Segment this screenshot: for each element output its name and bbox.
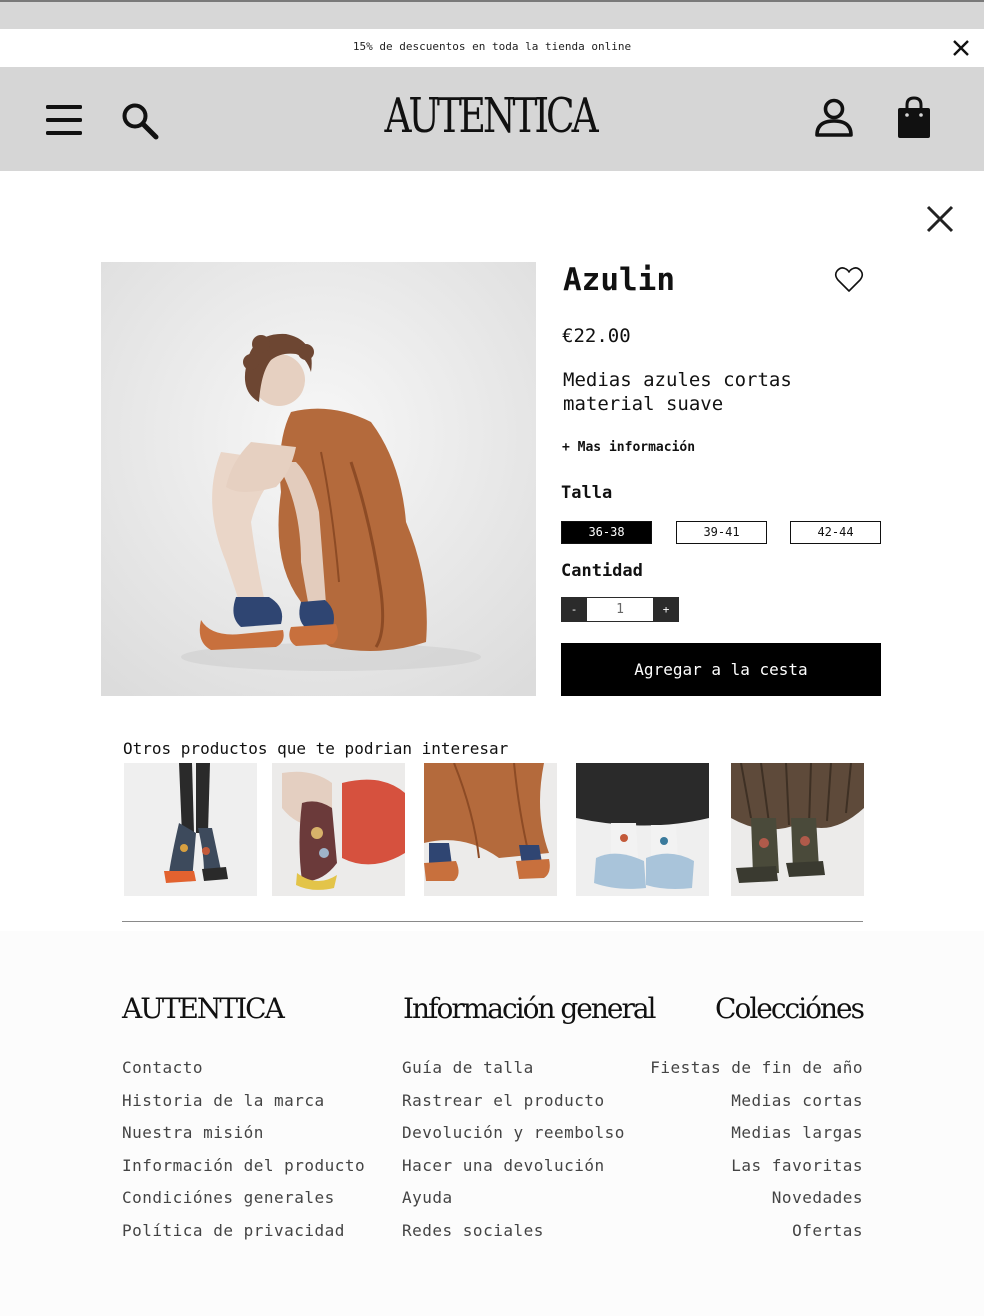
size-option-42-44[interactable]: 42-44: [790, 521, 881, 544]
related-product-5[interactable]: [731, 763, 864, 896]
footer-link-condiciones[interactable]: Condiciónes generales: [122, 1182, 365, 1215]
product-description: Medias azules cortas material suave: [563, 369, 792, 415]
footer-info-title: Información general: [403, 992, 657, 1025]
site-logo[interactable]: AUTENTICA: [373, 88, 607, 144]
footer-link-fiestas[interactable]: Fiestas de fin de año: [640, 1052, 863, 1085]
promo-text: 15% de descuentos en toda la tienda onli…: [352, 40, 632, 53]
footer-link-medias-largas[interactable]: Medias largas: [640, 1117, 863, 1150]
footer-brand-title: AUTENTICA: [122, 992, 285, 1025]
promo-close-icon[interactable]: [950, 37, 972, 59]
heart-icon[interactable]: [834, 265, 864, 295]
footer-info-links: Guía de talla Rastrear el producto Devol…: [402, 1052, 625, 1248]
more-info-link[interactable]: + Mas información: [562, 440, 695, 455]
size-label: Talla: [561, 483, 613, 503]
product-name: Azulin: [563, 262, 675, 298]
footer-collections-title: Colecciónes: [715, 992, 865, 1025]
user-icon[interactable]: [814, 97, 854, 139]
footer-link-privacidad[interactable]: Política de privacidad: [122, 1215, 365, 1248]
quantity-input[interactable]: 1: [587, 597, 653, 622]
footer-link-historia[interactable]: Historia de la marca: [122, 1085, 365, 1118]
product-image: [101, 262, 536, 696]
footer-link-rastrear[interactable]: Rastrear el producto: [402, 1085, 625, 1118]
footer-divider: [122, 921, 863, 922]
footer-link-guia-talla[interactable]: Guía de talla: [402, 1052, 625, 1085]
footer-link-novedades[interactable]: Novedades: [640, 1182, 863, 1215]
quantity-stepper: - 1 +: [561, 597, 679, 622]
footer-brand-links: Contacto Historia de la marca Nuestra mi…: [122, 1052, 365, 1248]
footer-link-ofertas[interactable]: Ofertas: [640, 1215, 863, 1248]
footer-link-devolucion-reembolso[interactable]: Devolución y reembolso: [402, 1117, 625, 1150]
footer-link-favoritas[interactable]: Las favoritas: [640, 1150, 863, 1183]
footer-link-ayuda[interactable]: Ayuda: [402, 1182, 625, 1215]
size-option-36-38[interactable]: 36-38: [561, 521, 652, 544]
footer-link-redes[interactable]: Redes sociales: [402, 1215, 625, 1248]
quantity-decrease-button[interactable]: -: [561, 597, 587, 622]
top-strip: [0, 0, 984, 29]
footer-link-mision[interactable]: Nuestra misión: [122, 1117, 365, 1150]
menu-icon[interactable]: [44, 102, 84, 138]
product-price: €22.00: [562, 325, 631, 347]
related-product-1[interactable]: [124, 763, 257, 896]
shopping-bag-icon[interactable]: [896, 96, 932, 140]
promo-bar: 15% de descuentos en toda la tienda onli…: [0, 29, 984, 67]
footer-link-hacer-devolucion[interactable]: Hacer una devolución: [402, 1150, 625, 1183]
footer-link-contacto[interactable]: Contacto: [122, 1052, 365, 1085]
quantity-label: Cantidad: [561, 561, 643, 581]
size-option-39-41[interactable]: 39-41: [676, 521, 767, 544]
related-product-4[interactable]: [576, 763, 709, 896]
quantity-increase-button[interactable]: +: [653, 597, 679, 622]
related-product-3[interactable]: [424, 763, 557, 896]
add-to-cart-button[interactable]: Agregar a la cesta: [561, 643, 881, 696]
search-icon[interactable]: [120, 101, 160, 141]
footer-collections-links: Fiestas de fin de año Medias cortas Medi…: [640, 1052, 863, 1248]
footer-link-info-producto[interactable]: Información del producto: [122, 1150, 365, 1183]
close-modal-icon[interactable]: [924, 203, 956, 235]
footer-link-medias-cortas[interactable]: Medias cortas: [640, 1085, 863, 1118]
related-products-title: Otros productos que te podrian interesar: [123, 739, 509, 758]
related-product-2[interactable]: [272, 763, 405, 896]
